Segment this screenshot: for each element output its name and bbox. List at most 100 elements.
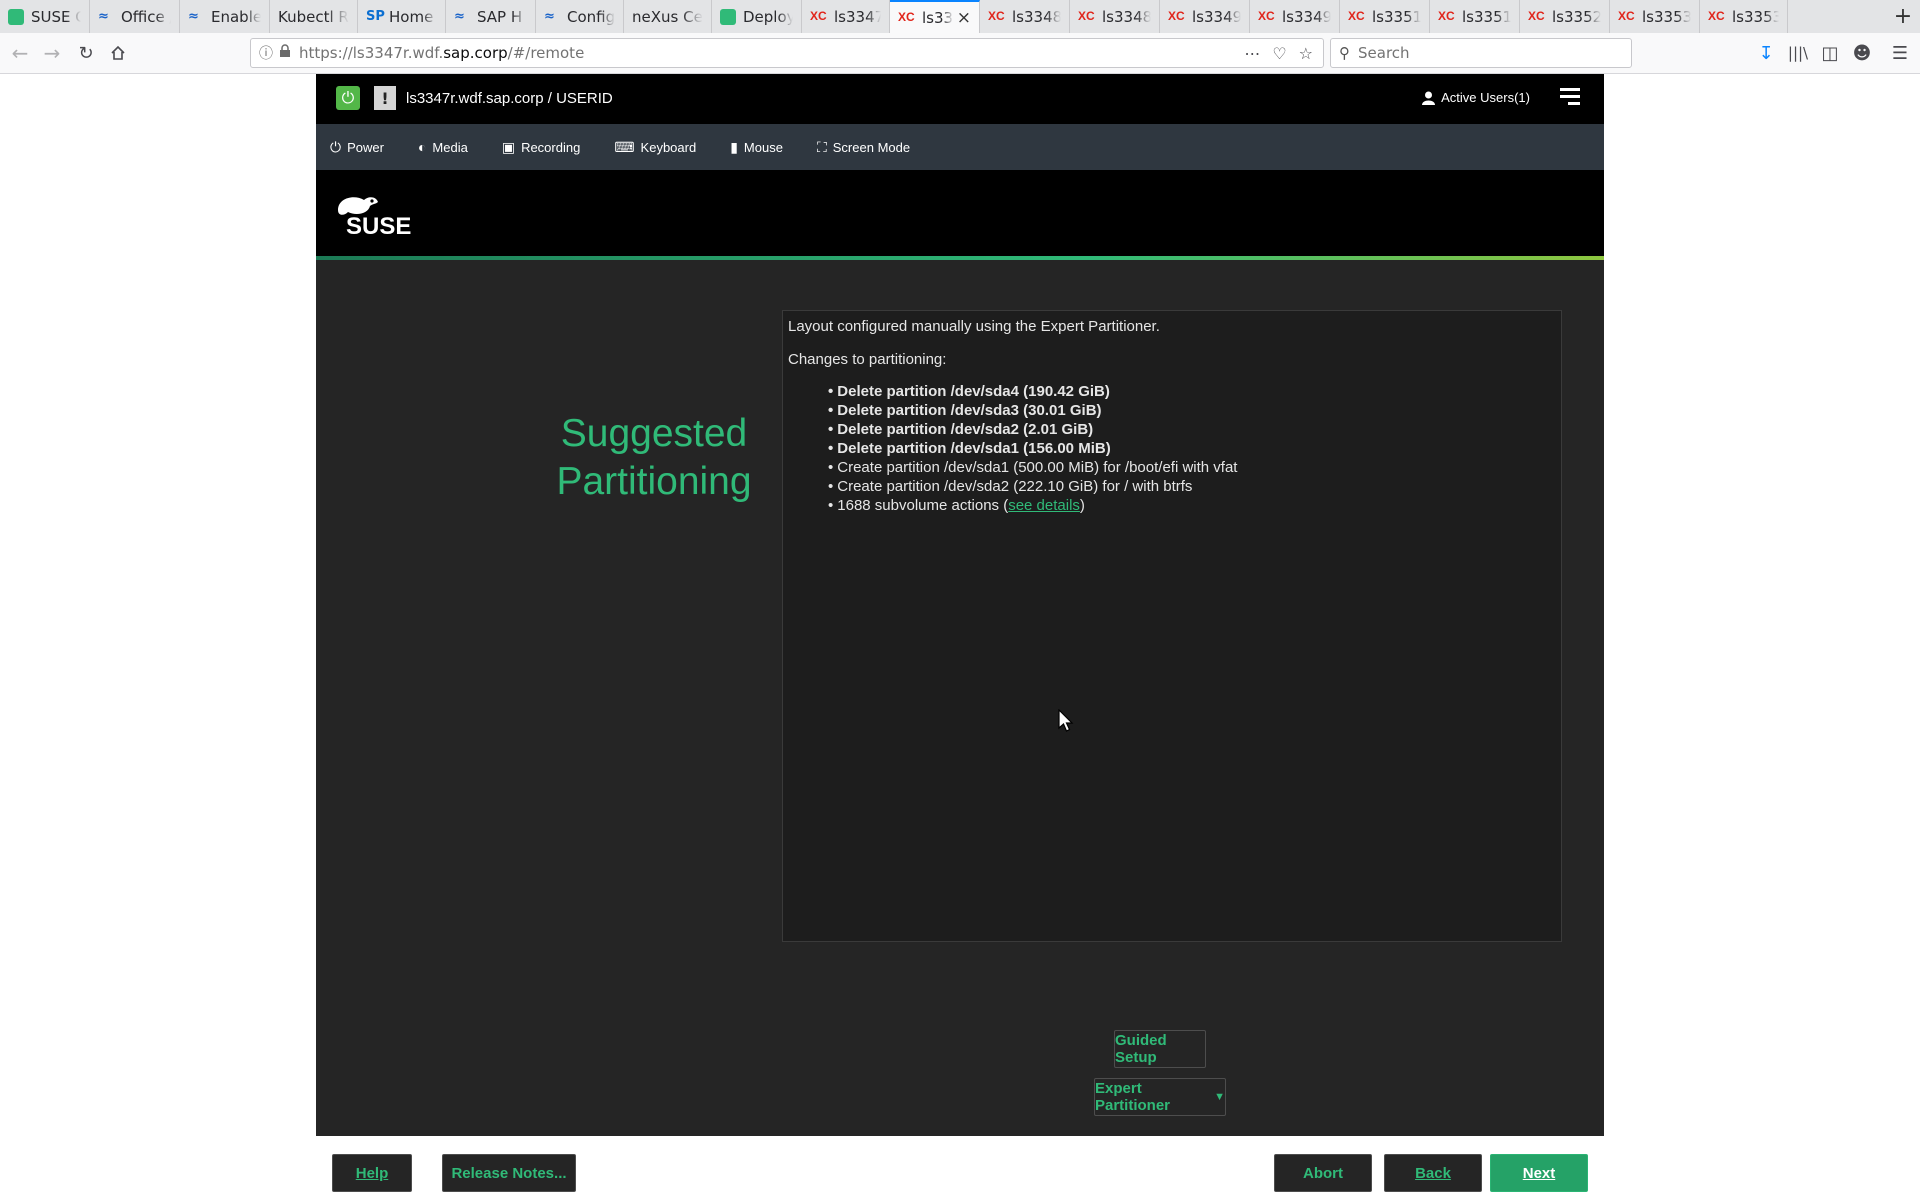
sidebar-icon[interactable]: ◫: [1816, 39, 1844, 67]
menu-label: Power: [347, 139, 384, 155]
next-button[interactable]: Next: [1490, 1154, 1588, 1192]
fullscreen-icon: ⛶: [816, 138, 827, 155]
remote-console: ⏻ ! ls3347r.wdf.sap.corp / USERID Active…: [316, 74, 1604, 1192]
pocket-icon[interactable]: ♡: [1272, 44, 1286, 63]
change-item: • Create partition /dev/sda1 (500.00 MiB)…: [828, 459, 1238, 476]
guided-setup-button[interactable]: Guided Setup: [1114, 1030, 1206, 1068]
active-users-label: Active Users(1): [1441, 90, 1530, 105]
browser-tab[interactable]: XC ls3351: [1430, 0, 1520, 33]
back-button[interactable]: Back: [1384, 1154, 1482, 1192]
tab-title: Config: [567, 7, 615, 26]
browser-tab[interactable]: SUSE C: [0, 0, 90, 33]
url-text[interactable]: https://ls3347r.wdf.sap.corp/#/remote: [299, 44, 584, 62]
expert-partitioner-button[interactable]: Expert Partitioner ▼: [1094, 1078, 1226, 1116]
tab-title: ls3349: [1192, 7, 1241, 26]
browser-tab[interactable]: XC ls3352: [1520, 0, 1610, 33]
browser-menu-icon[interactable]: ☰: [1886, 39, 1914, 67]
tab-title: ls3351: [1372, 7, 1421, 26]
xc-icon: XC: [1528, 8, 1545, 23]
close-tab-icon[interactable]: ×: [957, 8, 971, 28]
search-input[interactable]: ⚲ Search: [1330, 38, 1632, 68]
browser-tab[interactable]: Kubectl Re: [270, 0, 358, 33]
page-actions-icon[interactable]: ⋯: [1244, 44, 1260, 63]
console-menu-screen-mode[interactable]: ⛶ Screen Mode: [817, 139, 910, 156]
site-info-icon[interactable]: ⓘ: [259, 43, 279, 63]
reload-icon[interactable]: ↻: [72, 39, 100, 67]
browser-tab[interactable]: Deploy: [712, 0, 802, 33]
insecure-lock-icon: [279, 44, 299, 62]
xc-icon: XC: [1078, 8, 1095, 23]
console-menu-keyboard[interactable]: ⌨ Keyboard: [614, 139, 696, 156]
help-button[interactable]: Help: [332, 1154, 412, 1192]
new-tab-button[interactable]: +: [1886, 0, 1920, 33]
tab-title: Deploy: [743, 7, 793, 26]
sap-icon: ≈: [454, 8, 465, 24]
bookmark-star-icon[interactable]: ☆: [1299, 44, 1313, 63]
power-status-icon[interactable]: ⏻: [336, 86, 360, 110]
suse-icon: [8, 8, 24, 25]
browser-tab[interactable]: XC ls3353: [1610, 0, 1700, 33]
mouse-icon: ▮: [730, 138, 738, 155]
camera-icon: ▣: [501, 138, 516, 155]
browser-tab[interactable]: XC ls3347: [802, 0, 890, 33]
suse-icon: [720, 8, 736, 25]
tab-title: Office /: [121, 7, 171, 26]
partitioning-summary: Layout configured manually using the Exp…: [782, 310, 1562, 942]
console-menu-mouse[interactable]: ▮ Mouse: [730, 139, 783, 156]
tab-title: ls33: [922, 8, 953, 27]
xc-icon: XC: [1438, 8, 1455, 23]
xc-icon: XC: [1708, 8, 1725, 23]
active-users[interactable]: Active Users(1): [1422, 90, 1530, 105]
tab-title: ls3348: [1102, 7, 1151, 26]
tab-title: SUSE C: [31, 7, 81, 26]
console-menu-media[interactable]: ◐ Media: [418, 139, 468, 155]
browser-tab[interactable]: XC ls3349: [1160, 0, 1250, 33]
tab-title: ls3351: [1462, 7, 1511, 26]
browser-tab[interactable]: XC ls3349: [1250, 0, 1340, 33]
download-icon[interactable]: ↧: [1752, 39, 1780, 67]
browser-tab-bar: SUSE C ≈ Office / ≈ Enable Kubectl Re SPHome -…: [0, 0, 1920, 33]
menu-label: Keyboard: [640, 139, 697, 155]
url-bar[interactable]: ⓘ https://ls3347r.wdf.sap.corp/#/remote …: [250, 38, 1324, 68]
installer-banner: SUSE: [316, 170, 1604, 256]
tab-title: ls3353: [1642, 7, 1691, 26]
browser-tab[interactable]: XC ls33 ×: [890, 0, 980, 33]
changes-heading: Changes to partitioning:: [788, 351, 947, 368]
release-notes-button[interactable]: Release Notes...: [442, 1154, 576, 1192]
browser-tab[interactable]: ≈ SAP H: [446, 0, 536, 33]
browser-tab[interactable]: neXus Cert: [624, 0, 712, 33]
browser-tab[interactable]: ≈ Office /: [90, 0, 180, 33]
browser-tab[interactable]: XC ls3351: [1340, 0, 1430, 33]
installer-screen: SUSE Suggested Partitioning Layout confi…: [316, 170, 1604, 1192]
browser-tab[interactable]: SPHome -: [358, 0, 446, 33]
console-menu-power[interactable]: ⏻ Power: [330, 139, 384, 156]
browser-tab[interactable]: XC ls3348: [1070, 0, 1160, 33]
change-item: • Create partition /dev/sda2 (222.10 GiB)…: [828, 478, 1193, 495]
browser-tab[interactable]: ≈ Enable: [180, 0, 270, 33]
browser-tab[interactable]: XC ls3353: [1700, 0, 1788, 33]
menu-label: Recording: [521, 139, 581, 155]
menu-label: Screen Mode: [832, 139, 911, 155]
browser-tab[interactable]: ≈ Config: [536, 0, 624, 33]
search-icon: ⚲: [1339, 44, 1350, 62]
change-item: • Delete partition /dev/sda3 (30.01 GiB): [828, 402, 1102, 419]
home-icon[interactable]: [104, 39, 132, 67]
console-menu-recording[interactable]: ▣ Recording: [502, 139, 581, 156]
back-arrow-icon[interactable]: ←: [6, 39, 34, 67]
warning-icon[interactable]: !: [374, 86, 396, 110]
library-icon[interactable]: |||\: [1784, 39, 1812, 67]
forward-arrow-icon[interactable]: →: [38, 39, 66, 67]
browser-tab[interactable]: XC ls3348: [980, 0, 1070, 33]
banner-divider: [316, 256, 1604, 260]
tab-title: ls3348: [1012, 7, 1061, 26]
change-item-subvolumes: • 1688 subvolume actions (see details): [828, 497, 1085, 514]
power-icon: ⏻: [330, 138, 342, 155]
see-details-link[interactable]: see details: [1008, 497, 1080, 514]
account-icon[interactable]: ☻: [1848, 39, 1876, 67]
console-menu-icon[interactable]: [1560, 88, 1580, 106]
tab-title: ls3349: [1282, 7, 1331, 26]
abort-button[interactable]: Abort: [1274, 1154, 1372, 1192]
xc-icon: XC: [988, 8, 1005, 23]
mouse-pointer-icon: [1058, 709, 1074, 732]
keyboard-icon: ⌨: [614, 138, 635, 155]
